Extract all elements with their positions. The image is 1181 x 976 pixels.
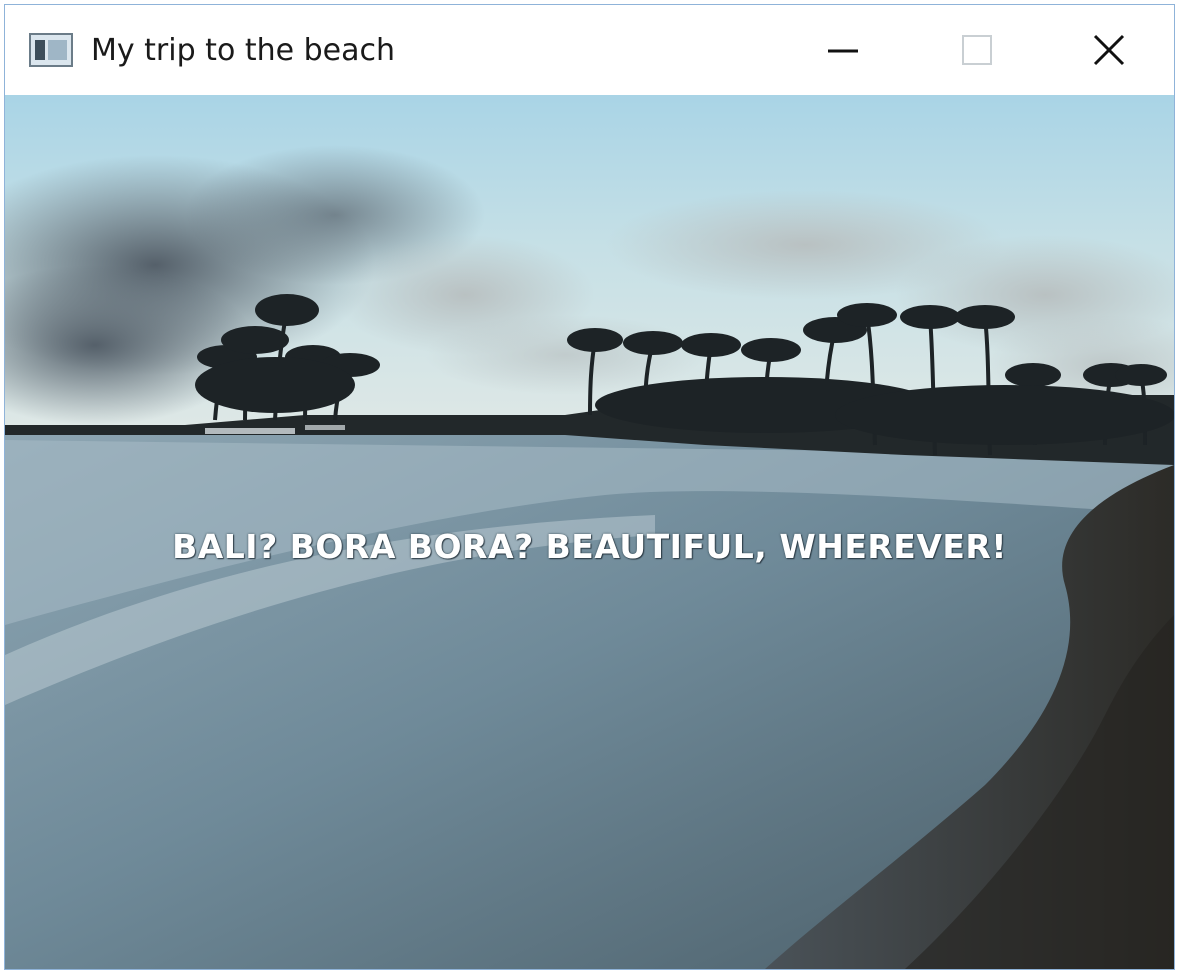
app-icon [29,33,73,67]
minimize-icon [828,49,858,53]
maximize-button[interactable] [910,5,1044,95]
maximize-icon [962,35,992,65]
close-button[interactable] [1042,5,1174,95]
window-client-area: BALI? BORA BORA? BEAUTIFUL, WHEREVER! [5,95,1174,969]
window-title: My trip to the beach [91,33,395,68]
app-window: My trip to the beach BALI? BORA BORA? BE… [4,4,1175,970]
minimize-button[interactable] [776,5,910,95]
photo-caption: BALI? BORA BORA? BEAUTIFUL, WHEREVER! [172,527,1007,566]
close-icon [1093,34,1125,66]
title-bar[interactable]: My trip to the beach [5,5,1174,95]
